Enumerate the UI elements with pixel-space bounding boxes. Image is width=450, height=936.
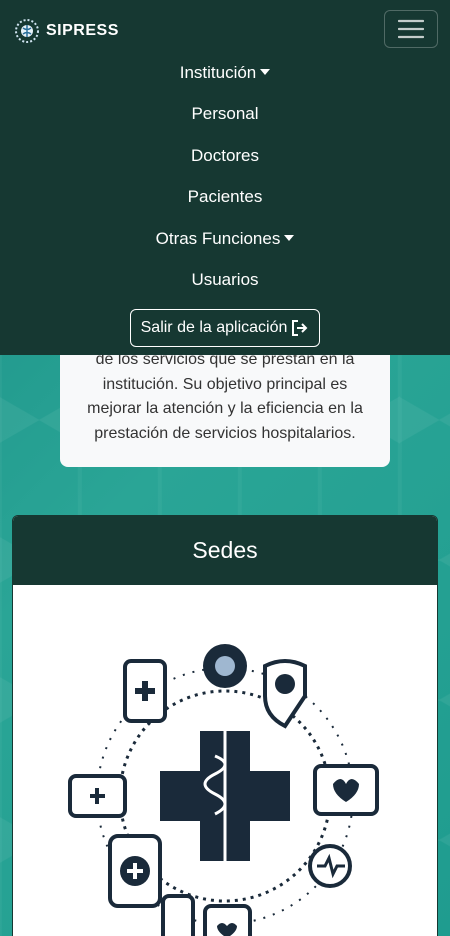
logout-label: Salir de la aplicación <box>140 319 288 336</box>
nav-item-label: Doctores <box>190 145 260 165</box>
dropdown-caret-icon <box>284 234 295 241</box>
nav-item-label: Usuarios <box>191 270 259 290</box>
brand-name: SIPRESS <box>46 22 119 39</box>
logout-button[interactable]: Salir de la aplicación <box>130 309 320 347</box>
nav-item-otras-funciones[interactable]: Otras Funciones <box>0 218 450 260</box>
nav-item-usuarios[interactable]: Usuarios <box>0 260 450 302</box>
sipress-logo-icon <box>15 19 39 43</box>
nav-item-label: Institución <box>179 62 257 82</box>
navbar: SIPRESS Institución Personal Doctores Pa… <box>0 0 450 355</box>
nav-item-pacientes[interactable]: Pacientes <box>0 177 450 219</box>
intro-text: de los servicios que se prestan en la in… <box>87 351 363 442</box>
brand[interactable]: SIPRESS <box>14 17 119 45</box>
nav-item-doctores[interactable]: Doctores <box>0 135 450 177</box>
nav-item-label: Otras Funciones <box>155 228 281 248</box>
dropdown-caret-icon <box>260 68 271 75</box>
hamburger-menu-icon <box>398 19 424 39</box>
sedes-card-header: Sedes <box>13 516 437 585</box>
nav-item-label: Pacientes <box>187 187 263 207</box>
sedes-card: Sedes <box>12 515 438 936</box>
nav-item-institucion[interactable]: Institución <box>0 52 450 94</box>
nav-item-personal[interactable]: Personal <box>0 94 450 136</box>
sign-out-icon <box>292 320 308 336</box>
medical-icons-illustration <box>68 644 379 936</box>
nav-item-label: Personal <box>191 104 259 124</box>
sedes-title: Sedes <box>192 537 258 563</box>
navbar-toggle-button[interactable] <box>384 10 438 48</box>
nav-menu: Institución Personal Doctores Pacientes … <box>0 52 450 301</box>
